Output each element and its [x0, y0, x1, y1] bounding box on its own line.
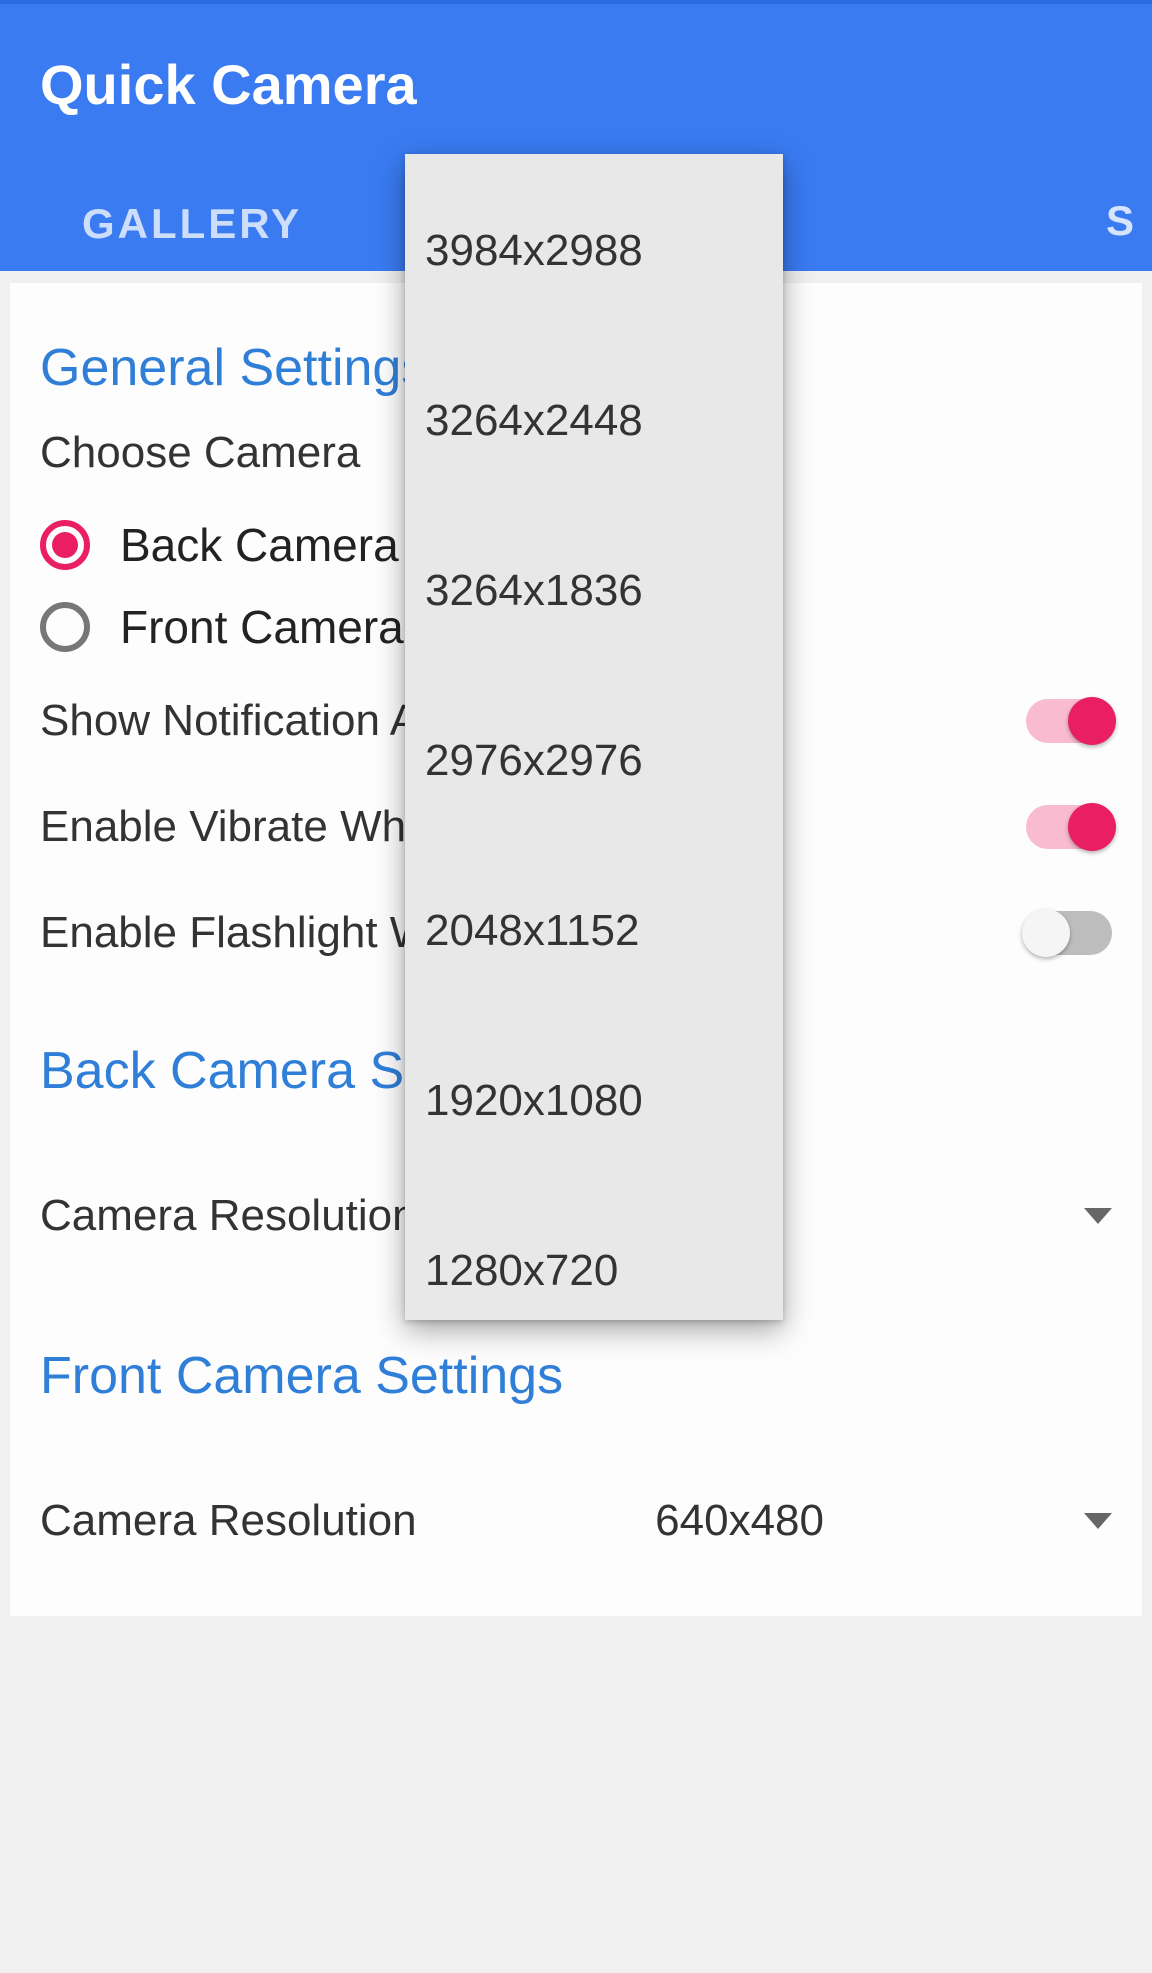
spinner-value: 640x480 [655, 1496, 824, 1546]
dropdown-item[interactable]: 3264x1836 [405, 522, 783, 692]
app-title: Quick Camera [0, 4, 1152, 117]
spinner-label: Camera Resolution [40, 1496, 417, 1546]
tab-right-hint: S [1106, 197, 1134, 245]
switch-icon [1026, 805, 1112, 849]
radio-label: Back Camera [120, 518, 399, 572]
chevron-down-icon [1084, 1208, 1112, 1224]
radio-icon [40, 602, 90, 652]
switch-icon [1026, 699, 1112, 743]
tab-gallery[interactable]: GALLERY [0, 176, 384, 271]
dropdown-item[interactable]: 2976x2976 [405, 692, 783, 862]
dropdown-item[interactable]: 3984x2988 [405, 182, 783, 352]
dropdown-item[interactable]: 2048x1152 [405, 862, 783, 1032]
dropdown-item[interactable]: 3264x2448 [405, 352, 783, 522]
front-resolution-spinner[interactable]: Camera Resolution 640x480 [40, 1426, 1112, 1576]
dropdown-item[interactable]: 1920x1080 [405, 1032, 783, 1202]
radio-label: Front Camera [120, 600, 404, 654]
spinner-label: Camera Resolution [40, 1191, 417, 1241]
chevron-down-icon [1084, 1513, 1112, 1529]
resolution-dropdown: 3984x2988 3264x2448 3264x1836 2976x2976 … [405, 154, 783, 1320]
dropdown-item[interactable]: 1280x720 [405, 1202, 783, 1320]
switch-icon [1026, 911, 1112, 955]
tab-right[interactable] [768, 176, 1152, 271]
radio-icon [40, 520, 90, 570]
